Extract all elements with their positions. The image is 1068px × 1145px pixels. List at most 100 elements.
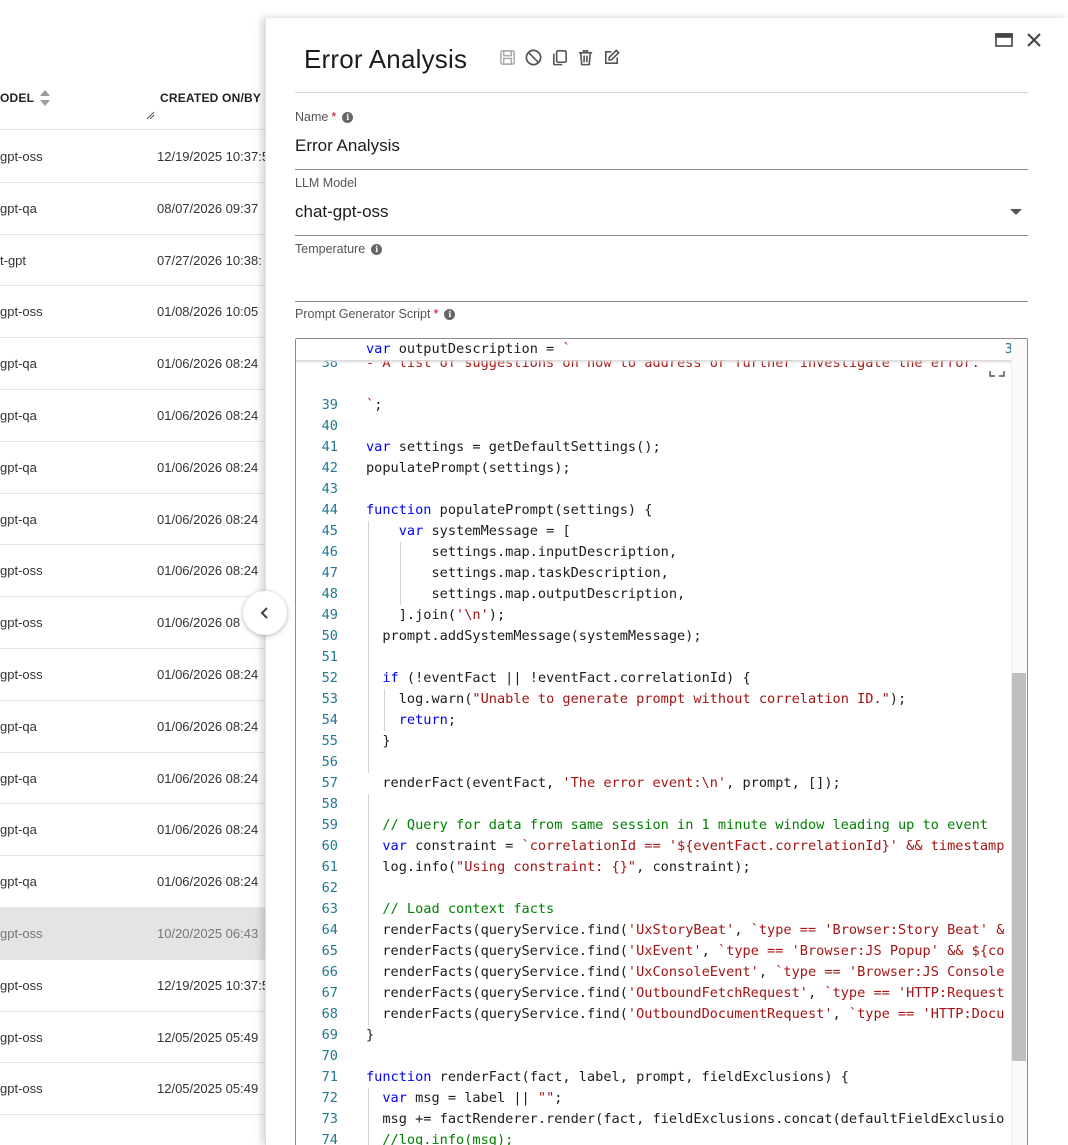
- close-icon[interactable]: [1024, 30, 1044, 50]
- code-line[interactable]: var settings = getDefaultSettings();: [366, 437, 661, 458]
- table-row[interactable]: gpt-qa 01/06/2026 08:24: [0, 338, 270, 390]
- table-row[interactable]: gpt-qa 01/06/2026 08:24: [0, 804, 270, 857]
- code-content[interactable]: - A list of suggestions on how to addres…: [366, 339, 1011, 1145]
- drawer-title: Error Analysis: [304, 44, 468, 74]
- code-line[interactable]: log.info("Using constraint: {}", constra…: [366, 857, 750, 878]
- line-number: 64: [321, 922, 338, 938]
- code-line[interactable]: prompt.addSystemMessage(systemMessage);: [366, 626, 701, 647]
- code-line[interactable]: var systemMessage = [: [366, 521, 571, 542]
- chevron-left-icon: [260, 607, 268, 619]
- code-line[interactable]: renderFacts(queryService.find('UxEvent',…: [366, 941, 1004, 962]
- column-header-created[interactable]: CREATED ON/BY: [160, 91, 261, 105]
- line-number: 71: [321, 1069, 338, 1085]
- table-row[interactable]: gpt-oss 01/06/2026 08: [0, 597, 270, 649]
- scrollbar-thumb[interactable]: [1012, 673, 1026, 1061]
- temperature-input[interactable]: [295, 264, 1028, 302]
- name-input[interactable]: Error Analysis: [295, 132, 1028, 170]
- code-line[interactable]: if (!eventFact || !eventFact.correlation…: [366, 668, 750, 689]
- code-line[interactable]: populatePrompt(settings);: [366, 458, 571, 479]
- table-row[interactable]: gpt-oss 12/05/2025 05:49: [0, 1063, 270, 1116]
- llm-model-label-text: LLM Model: [295, 176, 357, 190]
- code-line[interactable]: }: [366, 1025, 374, 1046]
- line-number: 42: [321, 460, 338, 476]
- code-line[interactable]: //log.info(msg);: [366, 1130, 513, 1145]
- indent-guide: [399, 542, 401, 605]
- line-number: 74: [321, 1132, 338, 1145]
- table-row[interactable]: gpt-qa 01/06/2026 08:24: [0, 856, 270, 908]
- code-line[interactable]: }: [366, 731, 390, 752]
- table-row[interactable]: gpt-oss 12/05/2025 05:49: [0, 1012, 270, 1064]
- info-icon[interactable]: i: [371, 243, 383, 255]
- cell-created: 01/06/2026 08:24: [157, 666, 259, 682]
- code-line[interactable]: var constraint = `correlationId == '${ev…: [366, 836, 1004, 857]
- edit-icon[interactable]: [602, 48, 621, 67]
- table-row[interactable]: gpt-oss 10/20/2025 06:43: [0, 907, 270, 960]
- table-row[interactable]: gpt-oss 01/06/2026 08:24: [0, 545, 270, 598]
- sticky-scroll-shadow: [296, 360, 1027, 364]
- code-line[interactable]: var outputDescription = `: [366, 339, 571, 360]
- copy-icon[interactable]: [550, 48, 569, 67]
- column-header-model[interactable]: ODEL: [0, 91, 34, 105]
- maximize-icon[interactable]: [994, 30, 1014, 50]
- table-row[interactable]: gpt-oss 01/06/2026 08:24: [0, 649, 270, 701]
- code-line[interactable]: // Load context facts: [366, 899, 554, 920]
- table-row[interactable]: gpt-oss 12/19/2025 10:37:5: [0, 960, 270, 1012]
- code-line[interactable]: renderFacts(queryService.find('OutboundF…: [366, 983, 1004, 1004]
- cell-model: gpt-oss: [0, 615, 43, 631]
- code-line[interactable]: var msg = label || "";: [366, 1088, 562, 1109]
- sort-icon[interactable]: [39, 88, 51, 108]
- table-row[interactable]: gpt-qa 08/07/2026 09:37: [0, 183, 270, 235]
- fullscreen-icon[interactable]: [989, 361, 1005, 377]
- llm-model-select[interactable]: chat-gpt-oss: [295, 198, 1028, 236]
- collapse-drawer-button[interactable]: [243, 591, 287, 635]
- code-editor[interactable]: 3839404142434445464748495051525354555657…: [295, 338, 1028, 1145]
- indent-guide: [384, 689, 386, 731]
- code-line[interactable]: `;: [366, 395, 382, 416]
- column-resize-icon[interactable]: [145, 110, 155, 120]
- line-number: 65: [321, 943, 338, 959]
- table-row[interactable]: gpt-qa 01/06/2026 08:24: [0, 494, 270, 546]
- line-number: 53: [321, 691, 338, 707]
- info-icon[interactable]: i: [342, 111, 354, 123]
- sticky-scroll-header: 33var outputDescription = `: [296, 339, 1027, 360]
- trash-icon[interactable]: [576, 48, 595, 67]
- code-line[interactable]: return;: [366, 710, 456, 731]
- code-line[interactable]: renderFacts(queryService.find('OutboundD…: [366, 1004, 1004, 1025]
- cell-created: 01/06/2026 08:24: [157, 563, 259, 579]
- cell-model: gpt-oss: [0, 149, 43, 164]
- disable-icon[interactable]: [524, 48, 543, 67]
- line-number: 61: [321, 859, 338, 875]
- save-icon[interactable]: [498, 48, 517, 67]
- code-line[interactable]: renderFacts(queryService.find('UxConsole…: [366, 962, 1004, 983]
- line-number: 40: [321, 418, 338, 434]
- table-row[interactable]: gpt-oss 12/19/2025 10:37:5: [0, 131, 270, 183]
- code-line[interactable]: settings.map.taskDescription,: [366, 563, 668, 584]
- code-line[interactable]: settings.map.inputDescription,: [366, 542, 677, 563]
- line-number: 44: [321, 502, 338, 518]
- table-row[interactable]: gpt-qa 01/06/2026 08:24: [0, 390, 270, 442]
- info-icon[interactable]: i: [444, 308, 456, 320]
- cell-created: 01/06/2026 08:24: [157, 407, 259, 423]
- cell-model: gpt-qa: [0, 874, 37, 890]
- code-line[interactable]: log.warn("Unable to generate prompt with…: [366, 689, 906, 710]
- cell-model: gpt-qa: [0, 407, 37, 423]
- table-row[interactable]: gpt-qa 01/06/2026 08:24: [0, 701, 270, 753]
- cell-created: 01/06/2026 08:24: [157, 356, 259, 372]
- table-row[interactable]: t-gpt 07/27/2026 10:38:: [0, 235, 270, 287]
- chevron-down-icon[interactable]: [1010, 209, 1022, 215]
- code-line[interactable]: function populatePrompt(settings) {: [366, 500, 652, 521]
- table-row[interactable]: gpt-qa 01/06/2026 08:24: [0, 753, 270, 805]
- table-row[interactable]: gpt-qa 01/06/2026 08:24: [0, 442, 270, 494]
- line-number: 50: [321, 628, 338, 644]
- required-marker: *: [433, 307, 439, 321]
- code-line[interactable]: renderFact(eventFact, 'The error event:\…: [366, 773, 840, 794]
- code-line[interactable]: renderFacts(queryService.find('UxStoryBe…: [366, 920, 1004, 941]
- code-line[interactable]: settings.map.outputDescription,: [366, 584, 685, 605]
- window-controls: [994, 30, 1044, 50]
- code-line[interactable]: function renderFact(fact, label, prompt,…: [366, 1067, 849, 1088]
- code-line[interactable]: msg += factRenderer.render(fact, fieldEx…: [366, 1109, 1004, 1130]
- table-row[interactable]: gpt-oss 01/08/2026 10:05: [0, 286, 270, 339]
- editor-scrollbar[interactable]: [1011, 339, 1027, 1145]
- code-line[interactable]: // Query for data from same session in 1…: [366, 815, 988, 836]
- code-line[interactable]: ].join('\n');: [366, 605, 505, 626]
